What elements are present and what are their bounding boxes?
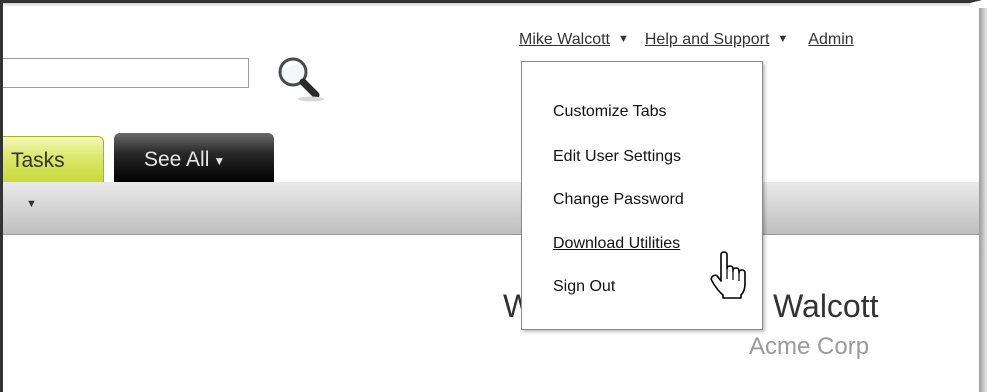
hand-pointer-icon [709,251,747,299]
tab-label: Tasks [11,149,65,172]
sub-navigation-bar [3,182,979,235]
user-menu-link[interactable]: Mike Walcott [519,31,610,48]
help-support-link[interactable]: Help and Support [645,31,770,48]
company-name: Acme Corp [749,333,870,360]
chevron-down-icon: ▼ [213,154,226,168]
search-input[interactable] [3,58,249,88]
tab-tasks[interactable]: Tasks [3,136,104,182]
chevron-down-icon[interactable]: ▼ [26,198,37,210]
menu-item-change-password[interactable]: Change Password [553,191,684,209]
chevron-down-icon[interactable]: ▼ [777,33,788,45]
menu-item-edit-user-settings[interactable]: Edit User Settings [553,148,681,166]
frame-shadow [979,8,987,392]
admin-link[interactable]: Admin [808,31,853,48]
welcome-user-name: Walcott [773,288,879,324]
tab-label: See All [144,148,210,171]
magnifier-icon[interactable] [274,55,330,105]
tab-see-all[interactable]: See All ▼ [114,133,274,182]
chevron-down-icon[interactable]: ▼ [618,33,629,45]
menu-item-download-utilities[interactable]: Download Utilities [553,235,680,253]
menu-item-customize-tabs[interactable]: Customize Tabs [553,103,667,121]
menu-item-sign-out[interactable]: Sign Out [553,278,615,296]
top-navigation: Mike Walcott ▼ Help and Support ▼ Admin [519,31,854,49]
